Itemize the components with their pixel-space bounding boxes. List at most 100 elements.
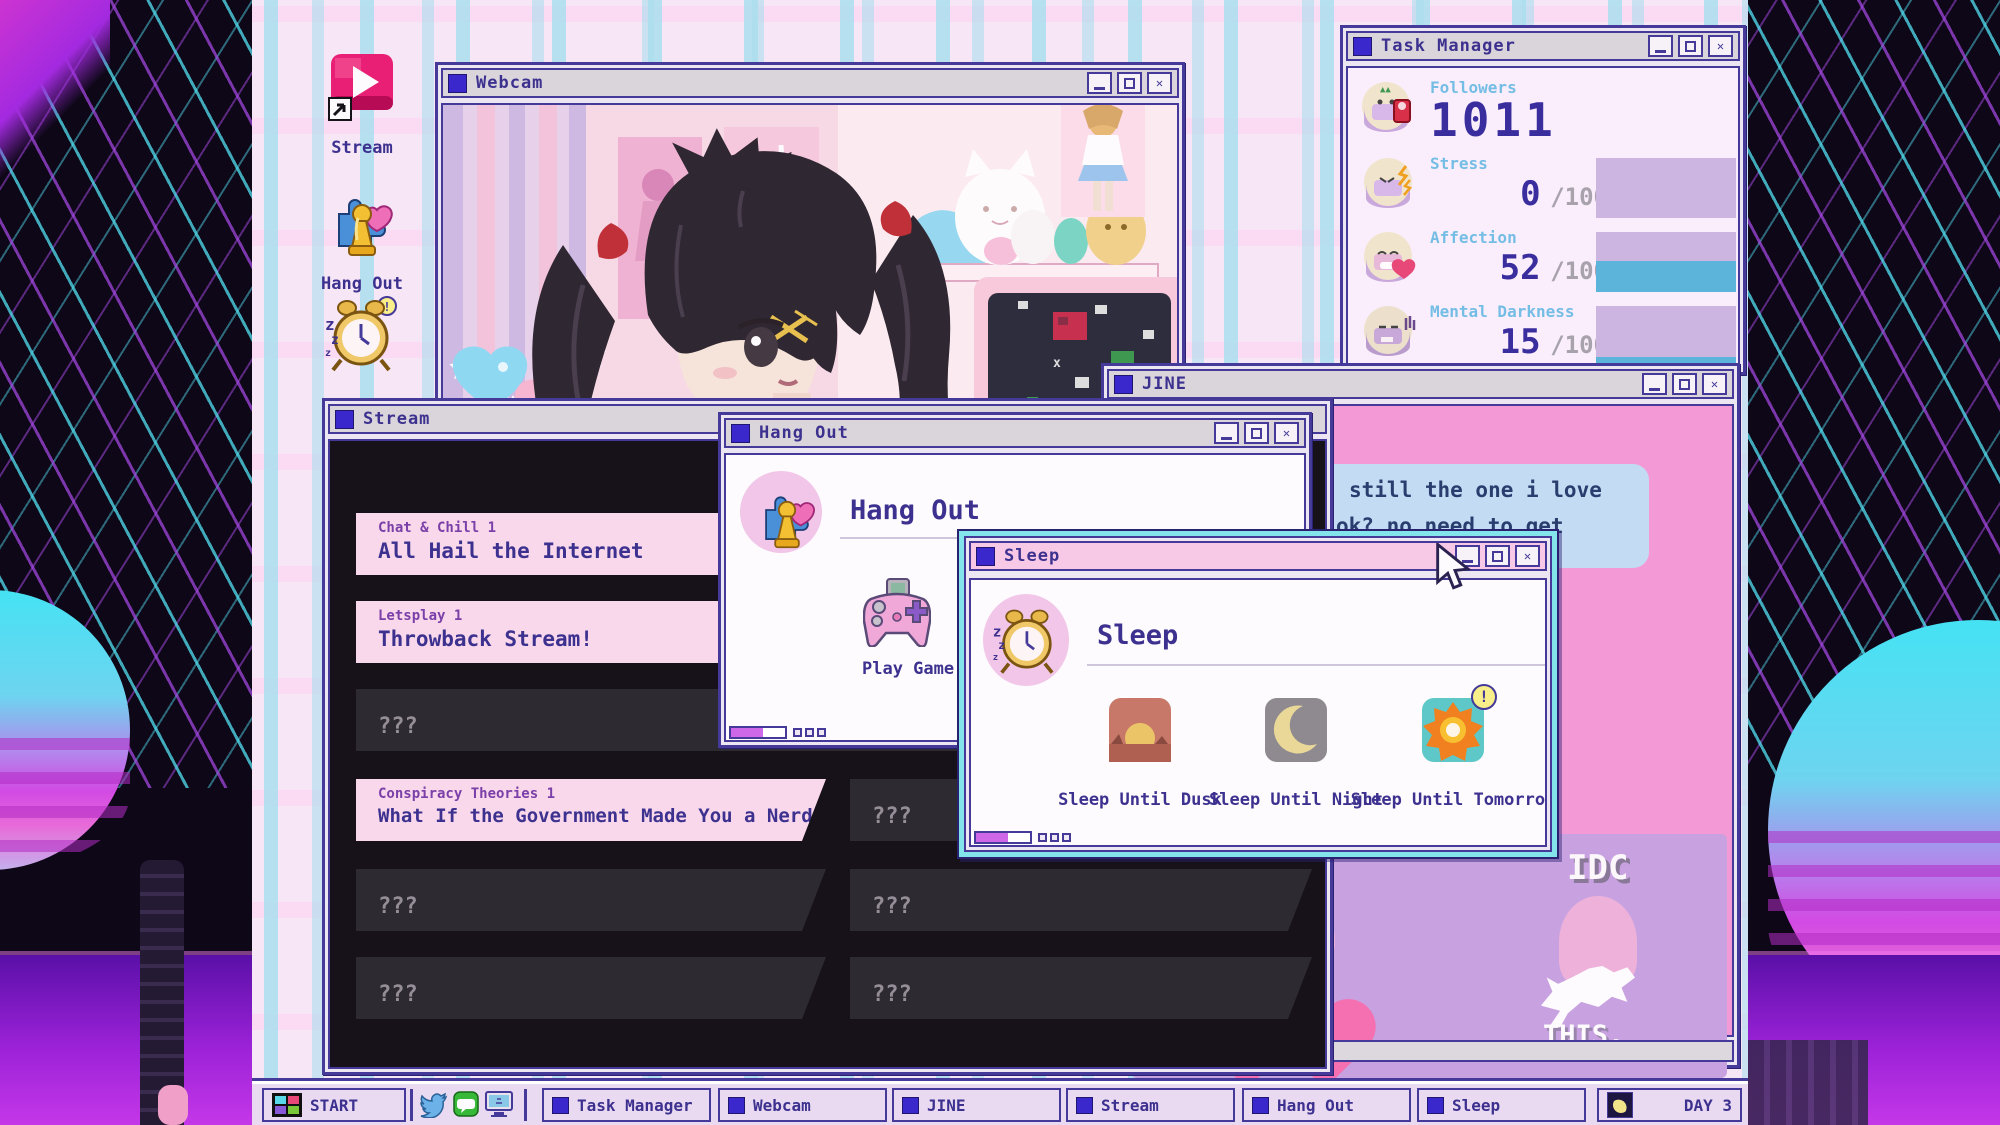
taskbar-button-hang-out[interactable]: Hang Out [1242,1088,1411,1122]
svg-text:z: z [325,348,331,359]
locked-label: ??? [378,894,826,919]
dusk-icon [1109,698,1171,762]
play-game-action[interactable]: Play Game [862,577,932,679]
night-icon [1265,698,1327,762]
minimize-button[interactable] [1087,72,1112,94]
chain-prop [1748,1040,1868,1125]
hang-out-titlebar[interactable]: Hang Out ✕ [724,418,1306,448]
window-icon [448,74,467,93]
window-title: Webcam [476,73,543,93]
svg-text:z: z [993,653,998,663]
sleep-app-circle: z z z [983,594,1069,686]
affection-avatar-icon [1360,228,1416,284]
taskbar-tray[interactable]: DAY 3 [1597,1088,1742,1122]
game-controller-icon [863,577,931,647]
stress-avatar-icon [1360,154,1416,210]
mental-darkness-bar [1596,306,1736,366]
minimize-button[interactable] [1648,35,1673,57]
hang-out-app-circle [740,471,822,553]
hang-out-heading: Hang Out [850,495,980,526]
window-icon [976,547,995,566]
taskbar-button-sleep[interactable]: Sleep [1417,1088,1586,1122]
monitor-icon[interactable] [484,1090,514,1122]
taskbar-button-label: Webcam [753,1096,811,1115]
start-label: START [310,1096,358,1115]
progress-indicator [729,726,787,739]
hangout-puzzle-pawn-heart-icon [325,188,399,262]
alert-badge: ! [1471,684,1497,710]
mouse-cursor [1434,543,1476,595]
stream-topic-locked[interactable]: ??? [850,957,1312,1019]
stat-value: 52 [1500,248,1541,288]
follower-avatar-icon: ▲▲ [1360,78,1416,134]
minimize-button[interactable] [1642,373,1667,395]
maximize-button[interactable] [1244,422,1269,444]
window-icon [335,410,354,429]
close-button[interactable]: ✕ [1515,545,1540,567]
task-manager-titlebar[interactable]: Task Manager ✕ [1346,31,1740,61]
taskbar-button-webcam[interactable]: Webcam [718,1088,887,1122]
desktop-icon-sleep[interactable]: ! z z z [312,296,408,380]
purple-floor [0,955,252,1125]
close-button[interactable]: ✕ [1147,72,1172,94]
taskbar: START Task Manager Webcam JINE Stream Ha… [252,1078,1748,1125]
vaporwave-backdrop-left [0,0,252,1125]
maximize-button[interactable] [1678,35,1703,57]
maximize-button[interactable] [1117,72,1142,94]
heading-divider [1087,664,1545,666]
maximize-button[interactable] [1485,545,1510,567]
desktop-icon-hang-out[interactable]: Hang Out [314,188,410,294]
minimize-button[interactable] [1214,422,1239,444]
desktop-icon-stream[interactable]: Stream [314,52,410,158]
topic-title: What If the Government Made You a Nerd? [378,805,826,827]
sailor-figure [1061,105,1145,217]
window-icon [902,1097,919,1114]
taskbar-button-jine[interactable]: JINE [892,1088,1061,1122]
stream-topic-locked[interactable]: ??? [356,957,826,1019]
close-button[interactable]: ✕ [1702,373,1727,395]
mental-darkness-avatar-icon [1360,302,1416,358]
mic-cap [158,1085,188,1125]
vaporwave-backdrop-right [1748,0,2000,1125]
sleep-statusbar [974,831,1071,844]
desktop-icon-label: Stream [314,138,410,158]
stat-row-affection: Affection 52 /100 [1360,228,1608,285]
window-title: Hang Out [759,423,849,443]
option-label: Sleep Until Dusk [1058,790,1222,810]
svg-text:x: x [1053,356,1061,371]
window-icon [1427,1097,1444,1114]
topic-category: Conspiracy Theories 1 [378,786,826,802]
stat-label: Stress [1430,154,1608,173]
stat-row-stress: Stress 0 /100 [1360,154,1608,211]
twitter-bird-icon[interactable] [420,1090,448,1122]
taskbar-button-label: Task Manager [577,1096,693,1115]
close-button[interactable]: ✕ [1708,35,1733,57]
window-icon [1114,375,1133,394]
window-icon [552,1097,569,1114]
taskbar-button-label: JINE [927,1096,966,1115]
window-icon [731,424,750,443]
stream-topic-conspiracy[interactable]: Conspiracy Theories 1 What If the Govern… [356,779,826,841]
pink-corner-glow [0,0,110,180]
play-game-label: Play Game [862,659,932,679]
alarm-clock-icon: z z z [987,606,1064,678]
taskbar-button-stream[interactable]: Stream [1066,1088,1235,1122]
start-button[interactable]: START [262,1088,406,1122]
close-button[interactable]: ✕ [1274,422,1299,444]
taskbar-button-label: Sleep [1452,1096,1500,1115]
chat-bubble-icon[interactable] [452,1090,480,1122]
maximize-button[interactable] [1672,373,1697,395]
tomorrow-sun-icon [1422,698,1484,762]
locked-label: ??? [872,894,1312,919]
stream-topic-locked[interactable]: ??? [356,869,826,931]
stat-row-mental-darkness: Mental Darkness 15 /100 [1360,302,1608,359]
stream-topic-locked[interactable]: ??? [850,869,1312,931]
taskbar-button-task-manager[interactable]: Task Manager [542,1088,711,1122]
jine-titlebar[interactable]: JINE ✕ [1107,369,1734,399]
moon-tray-icon [1607,1092,1633,1118]
affection-bar [1596,232,1736,292]
option-label: Sleep Until Tomorrow [1351,790,1547,810]
svg-text:z: z [331,333,339,348]
stream-play-icon [327,52,397,126]
webcam-titlebar[interactable]: Webcam ✕ [441,68,1179,98]
